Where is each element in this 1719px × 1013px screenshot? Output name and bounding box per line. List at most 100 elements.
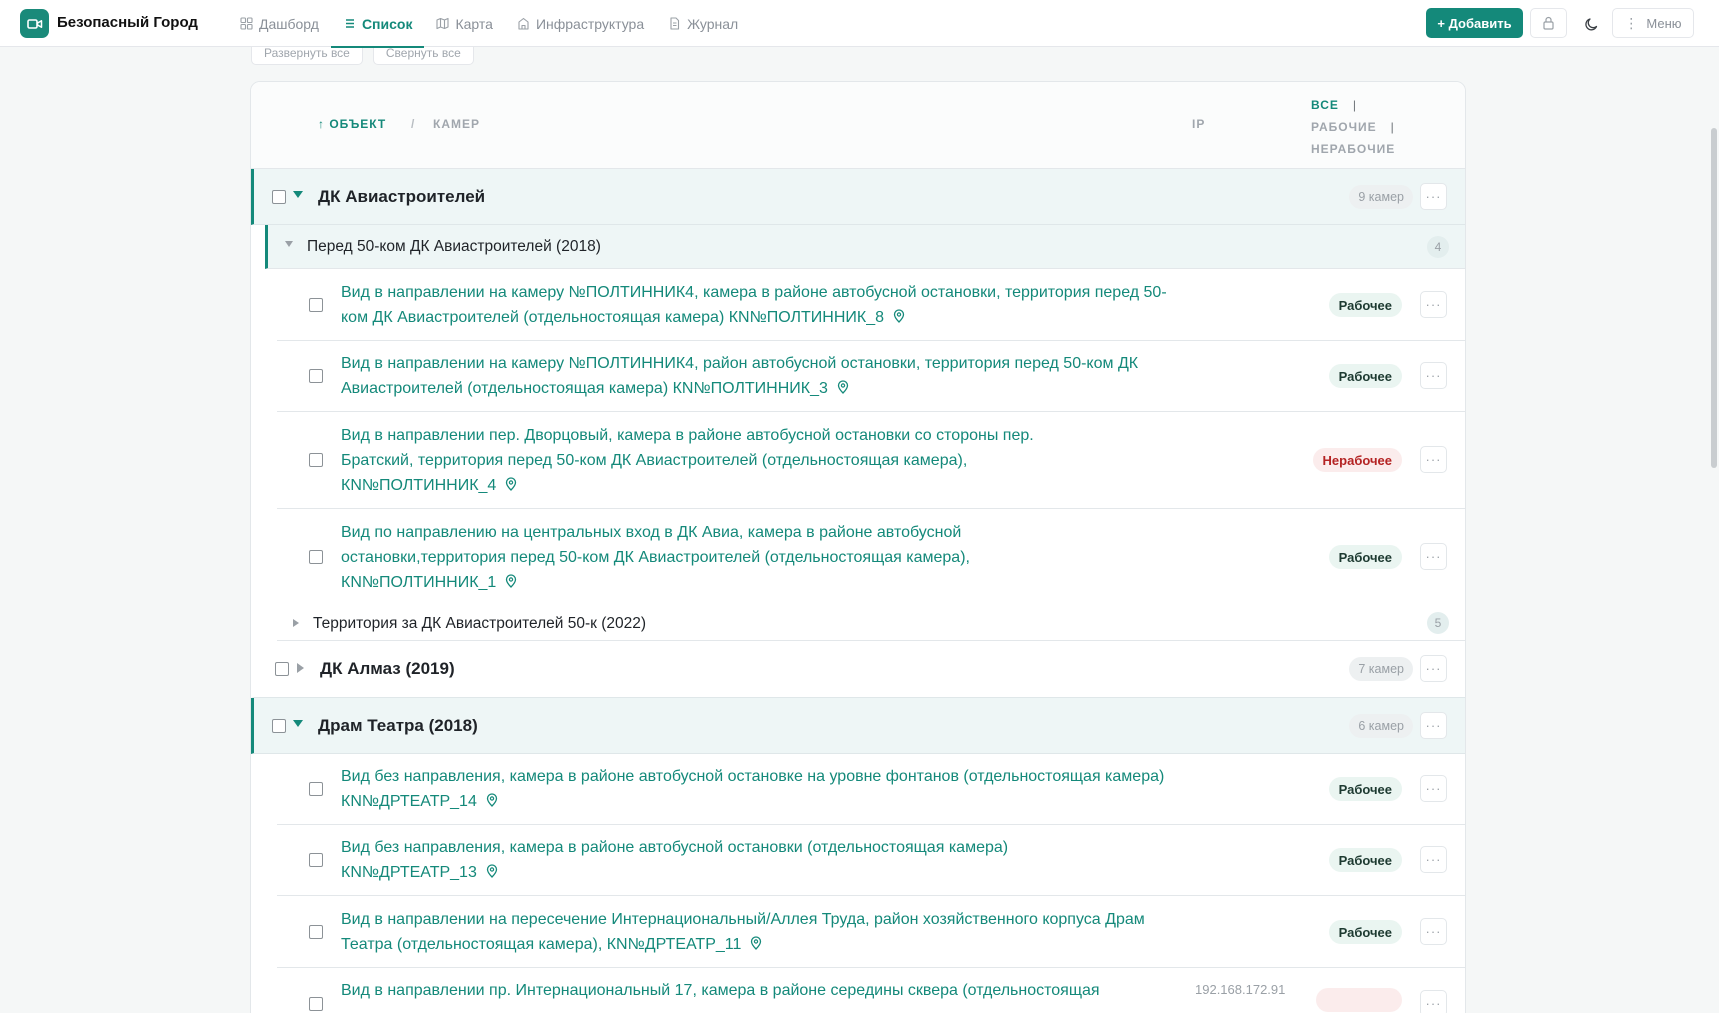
caret-down-icon[interactable] (292, 719, 304, 729)
more-button[interactable]: ··· (1420, 362, 1447, 389)
add-button[interactable]: + Добавить (1426, 8, 1523, 38)
map-pin-icon[interactable] (485, 864, 499, 878)
nav-infrastructure-label: Инфраструктура (535, 15, 645, 32)
camera-name[interactable]: Вид в направлении на пересечение Интерна… (341, 907, 1171, 957)
more-button[interactable]: ··· (1420, 918, 1447, 945)
map-pin-icon[interactable] (504, 574, 518, 588)
camera-name-text[interactable]: Вид по направлению на центральных вход в… (341, 524, 970, 591)
nav-list[interactable]: Список (330, 0, 425, 48)
camera-checkbox[interactable] (309, 853, 323, 867)
caret-down-icon[interactable] (284, 240, 294, 248)
camera-row[interactable]: Вид без направления, камера в районе авт… (277, 754, 1465, 825)
map-pin-icon[interactable] (749, 936, 763, 950)
list-icon (345, 19, 354, 28)
camera-name[interactable]: Вид по направлению на центральных вход в… (341, 520, 1041, 595)
camera-name-text[interactable]: Вид в направлении пр. Интернациональный … (341, 982, 1100, 999)
camera-row[interactable]: Вид без направления, камера в районе авт… (277, 825, 1465, 896)
camera-name-text[interactable]: Вид в направлении на пересечение Интерна… (341, 911, 1145, 953)
camera-row[interactable]: Вид в направлении пер. Дворцовый, камера… (277, 412, 1465, 509)
kebab-icon: ⋮ (1624, 15, 1639, 31)
group-row[interactable]: ДК Авиастроителей 9 камер ··· (251, 169, 1465, 225)
more-button[interactable]: ··· (1420, 543, 1447, 570)
caret-right-icon[interactable] (296, 662, 305, 674)
camera-name-text[interactable]: Вид в направлении пер. Дворцовый, камера… (341, 427, 1034, 494)
column-ip[interactable]: IP (1192, 117, 1205, 131)
table-header: ↑ ОБЪЕКТ / КАМЕР IP ВСЕ | РАБОЧИЕ | НЕРАБО… (251, 82, 1465, 169)
more-button[interactable]: ··· (1420, 990, 1447, 1013)
map-pin-icon[interactable] (892, 309, 906, 323)
more-button[interactable]: ··· (1420, 291, 1447, 318)
more-button[interactable]: ··· (1420, 446, 1447, 473)
map-pin-icon[interactable] (485, 793, 499, 807)
nav-dashboard[interactable]: Дашборд (228, 0, 331, 47)
camera-checkbox[interactable] (309, 298, 323, 312)
camera-count-badge: 6 камер (1349, 714, 1413, 738)
caret-down-icon[interactable] (292, 190, 304, 200)
filter-notworking[interactable]: НЕРАБОЧИЕ (1311, 142, 1395, 156)
filter-working[interactable]: РАБОЧИЕ (1311, 120, 1377, 134)
camera-name[interactable]: Вид в направлении на камеру №ПОЛТИННИК4,… (341, 351, 1171, 401)
status-badge: Рабочее (1328, 545, 1402, 569)
group-checkbox[interactable] (275, 662, 289, 676)
nav-list-label: Список (361, 15, 413, 32)
group-row[interactable]: ДК Алмаз (2019) 7 камер ··· (251, 641, 1465, 698)
camera-row[interactable]: Вид в направлении на камеру №ПОЛТИННИК4,… (277, 341, 1465, 412)
camera-name-text[interactable]: Вид без направления, камера в районе авт… (341, 839, 1008, 881)
camera-name[interactable]: Вид без направления, камера в районе авт… (341, 764, 1171, 814)
nav-journal-label: Журнал (687, 15, 739, 32)
group-checkbox[interactable] (272, 719, 286, 733)
status-filter: ВСЕ | РАБОЧИЕ | НЕРАБОЧИЕ (1311, 98, 1396, 156)
camera-name[interactable]: Вид без направления, камера в районе авт… (341, 835, 1081, 885)
sort-by-cameras[interactable]: КАМЕР (433, 117, 480, 131)
camera-name-text[interactable]: Вид в направлении на камеру №ПОЛТИННИК4,… (341, 284, 1167, 326)
camera-row[interactable]: Вид по направлению на центральных вход в… (277, 509, 1465, 606)
camera-name[interactable]: Вид в направлении на камеру №ПОЛТИННИК4,… (341, 280, 1171, 330)
camera-name[interactable]: Вид в направлении пр. Интернациональный … (341, 978, 1171, 1003)
camera-name-text[interactable]: Вид в направлении на камеру №ПОЛТИННИК4,… (341, 355, 1138, 397)
status-badge: Рабочее (1328, 364, 1402, 388)
more-button[interactable]: ··· (1420, 775, 1447, 802)
brand-title[interactable]: Безопасный Город (57, 14, 198, 31)
status-badge: Рабочее (1328, 777, 1402, 801)
nav-infrastructure[interactable]: Инфраструктура (505, 0, 656, 47)
more-button[interactable]: ··· (1420, 712, 1447, 739)
group-row[interactable]: Драм Театра (2018) 6 камер ··· (251, 698, 1465, 754)
more-button[interactable]: ··· (1420, 655, 1447, 682)
group-checkbox[interactable] (272, 190, 286, 204)
camera-name[interactable]: Вид в направлении пер. Дворцовый, камера… (341, 423, 1101, 498)
camera-name-text[interactable]: Вид без направления, камера в районе авт… (341, 768, 1164, 810)
subgroup-title: Перед 50-ком ДК Авиастроителей (2018) (307, 238, 601, 255)
camera-checkbox[interactable] (309, 369, 323, 383)
group-title: Драм Театра (2018) (318, 716, 478, 735)
camera-checkbox[interactable] (309, 997, 323, 1011)
subgroup-row[interactable]: Перед 50-ком ДК Авиастроителей (2018) 4 (265, 225, 1465, 269)
nav-journal[interactable]: Журнал (656, 0, 750, 47)
lock-button[interactable] (1530, 8, 1567, 38)
subgroup-title: Территория за ДК Авиастроителей 50-к (20… (313, 615, 647, 632)
more-button[interactable]: ··· (1420, 846, 1447, 873)
status-badge: Рабочее (1328, 293, 1402, 317)
video-camera-logo-icon[interactable] (20, 9, 49, 38)
caret-right-icon[interactable] (292, 618, 300, 628)
camera-row[interactable]: Вид в направлении на пересечение Интерна… (277, 896, 1465, 968)
subgroup-row[interactable]: Территория за ДК Авиастроителей 50-к (20… (277, 606, 1465, 641)
camera-count-badge: 9 камер (1349, 185, 1413, 209)
camera-checkbox[interactable] (309, 453, 323, 467)
subgroup-count-badge: 4 (1427, 236, 1449, 258)
camera-checkbox[interactable] (309, 782, 323, 796)
page-scrollbar[interactable] (1711, 128, 1717, 468)
map-icon (436, 17, 450, 30)
menu-button[interactable]: ⋮ Меню (1612, 8, 1694, 38)
map-pin-icon[interactable] (504, 477, 518, 491)
sort-by-object[interactable]: ↑ ОБЪЕКТ (318, 117, 386, 131)
camera-row[interactable]: Вид в направлении пр. Интернациональный … (277, 968, 1465, 1013)
camera-checkbox[interactable] (309, 550, 323, 564)
camera-checkbox[interactable] (309, 925, 323, 939)
filter-all[interactable]: ВСЕ (1311, 98, 1339, 112)
theme-toggle[interactable] (1580, 13, 1602, 35)
map-pin-icon[interactable] (836, 380, 850, 394)
nav-map[interactable]: Карта (424, 0, 504, 47)
more-button[interactable]: ··· (1420, 183, 1447, 210)
camera-row[interactable]: Вид в направлении на камеру №ПОЛТИННИК4,… (277, 269, 1465, 341)
document-icon (670, 17, 680, 30)
